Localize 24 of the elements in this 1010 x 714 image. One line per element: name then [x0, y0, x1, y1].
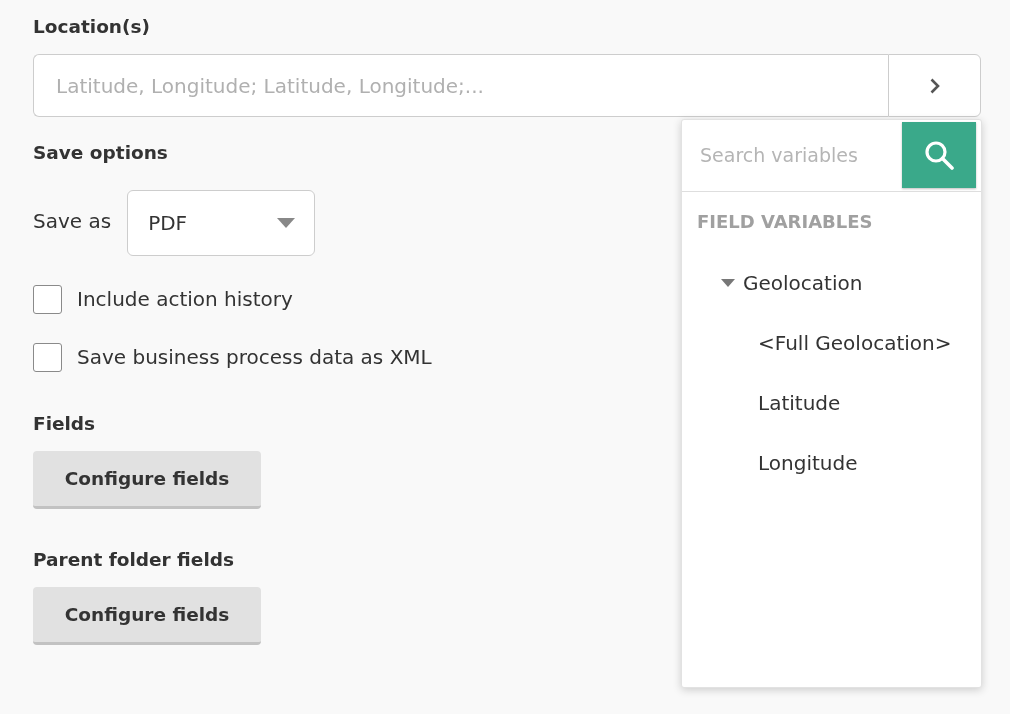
search-icon [924, 140, 954, 170]
section-heading: Fields [33, 412, 96, 436]
checkbox-label: Include action history [77, 286, 293, 313]
tree-item[interactable]: <Full Geolocation> [758, 328, 952, 358]
checkbox[interactable] [33, 342, 62, 372]
section-heading: Location(s) [33, 15, 150, 39]
configure-fields-button[interactable]: Configure fields [33, 451, 261, 509]
tree-item[interactable]: Latitude [758, 388, 841, 418]
section-heading: Parent folder fields [33, 548, 234, 572]
configure-fields-button[interactable]: Configure fields [33, 587, 261, 645]
search-field[interactable]: Search variables [682, 122, 902, 188]
tree-item[interactable]: Geolocation [743, 268, 863, 298]
caret-down-icon [277, 218, 296, 228]
tree-item[interactable]: Longitude [758, 448, 858, 478]
location-input[interactable]: Latitude, Longitude; Latitude, Longitude;... [33, 54, 888, 117]
checkbox[interactable] [33, 284, 62, 314]
chevron-right-icon [929, 77, 940, 94]
search-button[interactable] [902, 122, 976, 188]
checkbox-label: Save business process data as XML [77, 344, 432, 371]
save-as-label: Save as [33, 208, 112, 235]
section-heading: Save options [33, 141, 168, 165]
save-as-select[interactable]: PDF [127, 190, 316, 256]
caret-down-icon[interactable] [721, 279, 735, 287]
section-label: FIELD VARIABLES [697, 210, 873, 234]
